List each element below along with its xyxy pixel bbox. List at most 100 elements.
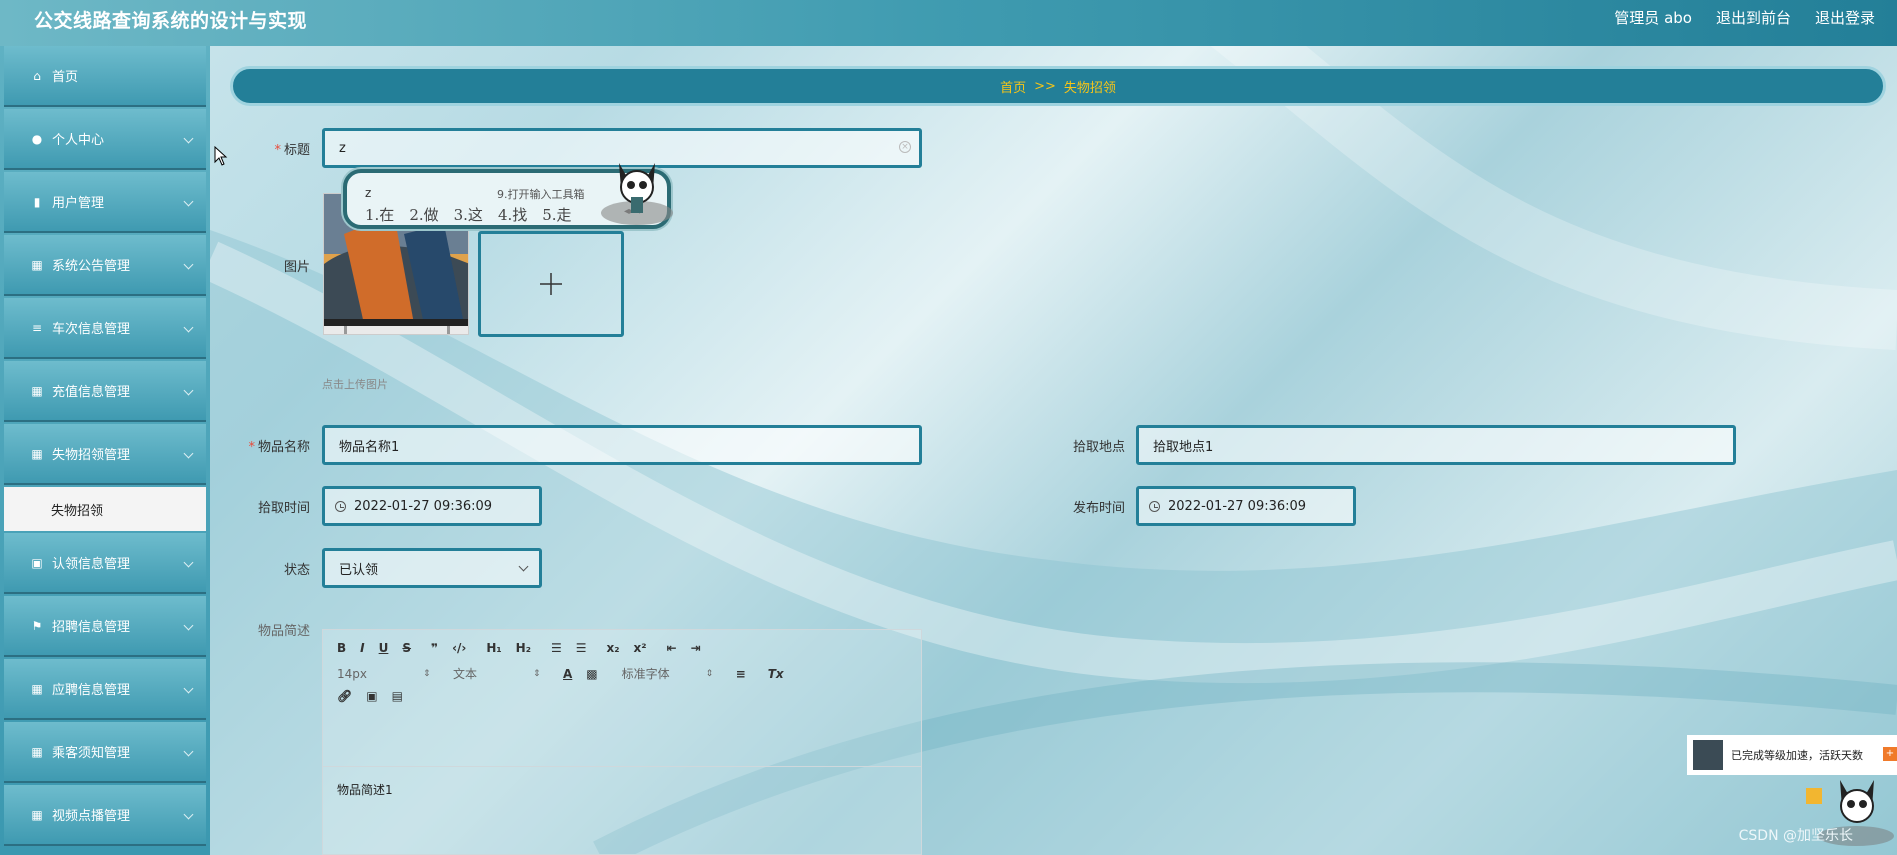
- exit-to-frontend-link[interactable]: 退出到前台: [1716, 7, 1791, 28]
- pickup-time-label: 拾取时间: [257, 501, 310, 516]
- breadcrumb-separator: >>: [1034, 78, 1056, 94]
- chevron-down-icon: [183, 196, 194, 206]
- editor-content[interactable]: 物品简述1: [337, 781, 393, 798]
- editor-divider: [323, 766, 921, 767]
- font-size-select[interactable]: 14px: [337, 667, 423, 681]
- font-family-select[interactable]: 标准字体: [622, 665, 706, 682]
- status-select[interactable]: 已认领: [322, 548, 542, 588]
- paragraph-select[interactable]: 文本: [453, 665, 533, 682]
- upload-image-button[interactable]: [478, 231, 624, 337]
- sidebar-item-trip-info[interactable]: ≡ 车次信息管理: [4, 298, 206, 359]
- grid-icon: ▦: [31, 446, 43, 461]
- home-icon: ⌂: [33, 68, 41, 83]
- image-label: 图片: [283, 260, 310, 275]
- clear-icon[interactable]: ×: [899, 141, 911, 153]
- heading2-icon[interactable]: H₂: [516, 641, 531, 655]
- heading1-icon[interactable]: H₁: [486, 641, 501, 655]
- grid-icon: ▦: [31, 257, 43, 272]
- sidebar-item-label: 失物招领管理: [52, 448, 131, 463]
- pickup-place-label: 拾取地点: [1072, 440, 1125, 455]
- chevron-down-icon: [183, 133, 194, 143]
- ime-candidate-window: z 9.打开输入工具箱 1.在 2.做 3.这 4.找 5.走 ◂▸ ▾: [343, 163, 673, 229]
- blockquote-icon[interactable]: ❞: [431, 641, 438, 655]
- grid-icon: ▦: [31, 744, 43, 759]
- clock-icon: [335, 500, 346, 512]
- ime-toolbox-link[interactable]: 9.打开输入工具箱: [497, 186, 585, 202]
- background-color-icon[interactable]: ▩: [586, 667, 597, 681]
- clipboard-icon: ▣: [31, 555, 43, 570]
- admin-user-link[interactable]: 管理员 abo: [1614, 7, 1692, 28]
- csdn-notification[interactable]: 已完成等级加速，活跃天数 +: [1687, 735, 1897, 775]
- sidebar-item-label: 个人中心: [52, 133, 105, 148]
- required-mark: *: [274, 143, 281, 158]
- video-icon[interactable]: ▤: [392, 689, 403, 703]
- chevron-down-icon: [183, 448, 194, 458]
- top-bar: 公交线路查询系统的设计与实现 管理员 abo 退出到前台 退出登录: [0, 0, 1897, 46]
- ime-candidate[interactable]: 4.找: [498, 204, 527, 225]
- chevron-down-icon: [183, 385, 194, 395]
- sort-arrows-icon: ⇕: [705, 668, 714, 679]
- sidebar-item-announcement[interactable]: ▦ 系统公告管理: [4, 235, 206, 296]
- rich-text-editor[interactable]: B I U S ❞ ‹/› H₁ H₂ ☰ ☰ x₂ x² ⇤ ⇥ 14px ⇕…: [322, 629, 922, 855]
- image-icon[interactable]: ▣: [366, 689, 377, 703]
- superscript-icon[interactable]: x²: [634, 641, 647, 655]
- ime-candidate[interactable]: 3.这: [454, 204, 483, 225]
- sidebar-item-application[interactable]: ▦ 应聘信息管理: [4, 659, 206, 720]
- chevron-down-icon: [183, 322, 194, 332]
- csdn-watermark: CSDN @加坚乐长: [1738, 828, 1853, 844]
- sidebar-item-user-management[interactable]: ▮ 用户管理: [4, 172, 206, 233]
- ime-candidate[interactable]: 1.在: [365, 204, 394, 225]
- sidebar-item-claim[interactable]: ▣ 认领信息管理: [4, 533, 206, 594]
- upload-hint: 点击上传图片: [322, 378, 388, 391]
- plus-icon: [540, 273, 562, 295]
- breadcrumb-current: 失物招领: [1063, 80, 1116, 96]
- sidebar: ⌂ 首页 ● 个人中心 ▮ 用户管理 ▦ 系统公告管理 ≡ 车次信息管理 ▦ 充…: [0, 46, 210, 855]
- sidebar-item-label: 乘客须知管理: [52, 746, 131, 761]
- font-color-icon[interactable]: A: [563, 667, 572, 681]
- editor-toolbar-row-3: 🔗︎ ▣ ▤: [337, 689, 417, 703]
- chart-icon: ▮: [33, 194, 41, 209]
- sidebar-item-label: 首页: [52, 70, 79, 85]
- bold-icon[interactable]: B: [337, 641, 346, 655]
- chevron-down-icon: [183, 620, 194, 630]
- clear-format-icon[interactable]: Tx: [768, 667, 784, 681]
- breadcrumb-home[interactable]: 首页: [1000, 77, 1026, 96]
- sidebar-item-label: 充值信息管理: [52, 385, 131, 400]
- status-label: 状态: [283, 563, 310, 578]
- bullet-list-icon[interactable]: ☰: [576, 641, 587, 655]
- underline-icon[interactable]: U: [379, 641, 389, 655]
- sidebar-item-label: 用户管理: [52, 196, 105, 211]
- sidebar-item-recruitment[interactable]: ⚑ 招聘信息管理: [4, 596, 206, 657]
- subscript-icon[interactable]: x₂: [607, 641, 620, 655]
- sidebar-item-lost-found-management[interactable]: ▦ 失物招领管理: [4, 424, 206, 485]
- sidebar-item-label: 车次信息管理: [52, 322, 131, 337]
- csdn-notification-text: 已完成等级加速，活跃天数: [1731, 749, 1863, 762]
- publish-time-picker[interactable]: 2022-01-27 09:36:09: [1136, 486, 1356, 526]
- ime-candidate[interactable]: 5.走: [542, 204, 571, 225]
- publish-time-label: 发布时间: [1072, 501, 1125, 516]
- sidebar-subitem-lost-found[interactable]: 失物招领: [4, 487, 206, 531]
- italic-icon[interactable]: I: [360, 641, 364, 655]
- link-icon[interactable]: 🔗︎: [337, 689, 352, 703]
- item-name-input[interactable]: 物品名称1: [322, 425, 922, 465]
- indent-icon[interactable]: ⇥: [691, 641, 701, 655]
- pickup-place-input[interactable]: 拾取地点1: [1136, 425, 1736, 465]
- ordered-list-icon[interactable]: ☰: [551, 641, 562, 655]
- sidebar-item-home[interactable]: ⌂ 首页: [4, 46, 206, 107]
- editor-toolbar-row-2: 14px ⇕ 文本 ⇕ A ▩ 标准字体 ⇕ ≡ Tx: [337, 665, 798, 682]
- sidebar-item-label: 认领信息管理: [52, 557, 131, 572]
- sidebar-item-passenger-notice[interactable]: ▦ 乘客须知管理: [4, 722, 206, 783]
- strikethrough-icon[interactable]: S: [402, 641, 411, 655]
- main-content: 首页 >> 失物招领 * 标题 z × 图片 点击上传图片 * 物品名称 物品名称1: [210, 46, 1897, 855]
- chevron-down-icon: [183, 683, 194, 693]
- code-block-icon[interactable]: ‹/›: [452, 641, 466, 655]
- logout-link[interactable]: 退出登录: [1815, 7, 1875, 28]
- outdent-icon[interactable]: ⇤: [667, 641, 677, 655]
- sidebar-item-personal-center[interactable]: ● 个人中心: [4, 109, 206, 170]
- sidebar-item-recharge[interactable]: ▦ 充值信息管理: [4, 361, 206, 422]
- sidebar-item-video[interactable]: ▦ 视频点播管理: [4, 785, 206, 846]
- ime-candidate[interactable]: 2.做: [409, 204, 438, 225]
- align-icon[interactable]: ≡: [736, 667, 746, 681]
- ime-composition: z: [365, 186, 372, 200]
- pickup-time-picker[interactable]: 2022-01-27 09:36:09: [322, 486, 542, 526]
